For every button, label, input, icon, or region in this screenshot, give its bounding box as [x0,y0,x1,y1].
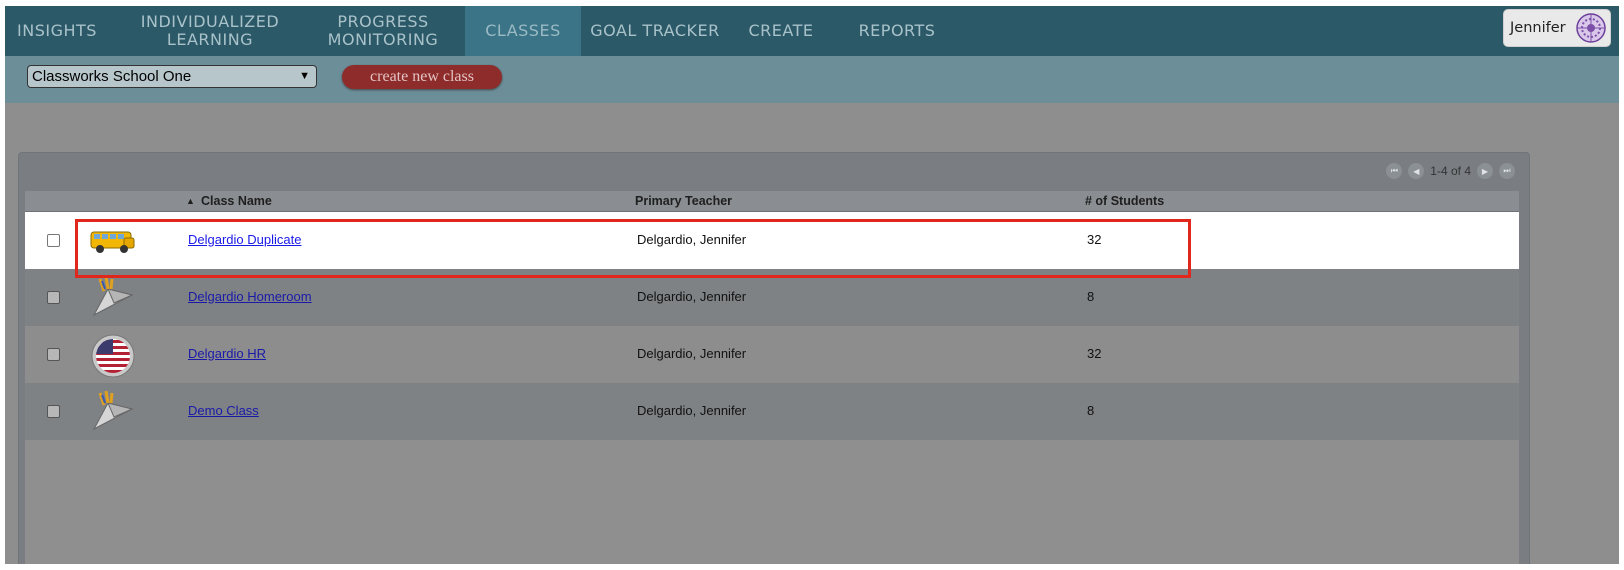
nav-insights[interactable]: INSIGHTS [5,6,109,56]
top-navigation: INSIGHTS INDIVIDUALIZED LEARNING PROGRES… [5,6,1619,56]
table-row[interactable]: Delgardio Homeroom Delgardio, Jennifer 8 [25,269,1519,326]
row-checkbox[interactable] [47,234,60,247]
us-flag-icon [91,334,135,378]
student-count: 32 [1087,346,1102,361]
school-select[interactable]: Classworks School One ▼ [27,65,317,88]
column-header-class-name[interactable]: Class Name [201,194,272,208]
nav-classes[interactable]: CLASSES [465,6,581,56]
classes-toolbar: Classworks School One ▼ create new class [5,56,1619,103]
chevron-down-icon: ▼ [299,70,310,82]
student-count: 8 [1087,289,1095,304]
row-checkbox[interactable] [47,291,60,304]
primary-teacher: Delgardio, Jennifer [637,232,747,247]
paper-plane-icon [92,276,134,317]
class-name-link[interactable]: Delgardio Duplicate [188,232,301,247]
user-menu-button[interactable]: Jennifer [1503,9,1611,47]
previous-page-icon[interactable]: ◀ [1408,163,1425,179]
nav-goal-tracker[interactable]: GOAL TRACKER [587,6,723,56]
table-row[interactable]: Demo Class Delgardio, Jennifer 8 [25,383,1519,440]
column-header-students[interactable]: # of Students [1085,194,1164,208]
page-range: 1-4 of 4 [1430,164,1471,178]
last-page-icon[interactable]: ⏭ [1499,163,1515,179]
row-checkbox[interactable] [47,405,60,418]
column-header-primary-teacher[interactable]: Primary Teacher [635,194,732,208]
app-window: INSIGHTS INDIVIDUALIZED LEARNING PROGRES… [5,6,1619,564]
class-name-link[interactable]: Delgardio HR [188,346,266,361]
pagination: ⏮ ◀ 1-4 of 4 ▶ ⏭ [1386,161,1515,181]
primary-teacher: Delgardio, Jennifer [637,289,747,304]
classes-table-panel: ⏮ ◀ 1-4 of 4 ▶ ⏭ ▲ Class Name Primary Te… [18,152,1530,564]
primary-teacher: Delgardio, Jennifer [637,346,747,361]
first-page-icon[interactable]: ⏮ [1386,163,1403,179]
student-count: 32 [1087,232,1102,247]
primary-teacher: Delgardio, Jennifer [637,403,747,418]
nav-individualized-learning[interactable]: INDIVIDUALIZED LEARNING [125,6,295,56]
create-new-class-button[interactable]: create new class [342,65,502,89]
student-count: 8 [1087,403,1095,418]
table-row[interactable]: Delgardio HR Delgardio, Jennifer 32 [25,326,1519,383]
school-bus-icon [90,231,135,253]
sort-ascending-icon: ▲ [186,196,195,206]
next-page-icon[interactable]: ▶ [1477,163,1493,179]
user-name: Jennifer [1510,20,1566,36]
row-checkbox[interactable] [47,348,60,361]
class-name-link[interactable]: Delgardio Homeroom [188,289,312,304]
table-row[interactable]: Delgardio Duplicate Delgardio, Jennifer … [25,212,1519,269]
nav-progress-monitoring[interactable]: PROGRESS MONITORING [313,6,453,56]
nav-create[interactable]: CREATE [739,6,823,56]
school-select-value: Classworks School One [32,68,192,85]
avatar-icon [1576,13,1606,43]
paper-plane-icon [92,390,134,431]
nav-reports[interactable]: REPORTS [845,6,949,56]
classes-table: ▲ Class Name Primary Teacher # of Studen… [25,191,1519,564]
table-header: ▲ Class Name Primary Teacher # of Studen… [25,191,1519,212]
class-name-link[interactable]: Demo Class [188,403,259,418]
